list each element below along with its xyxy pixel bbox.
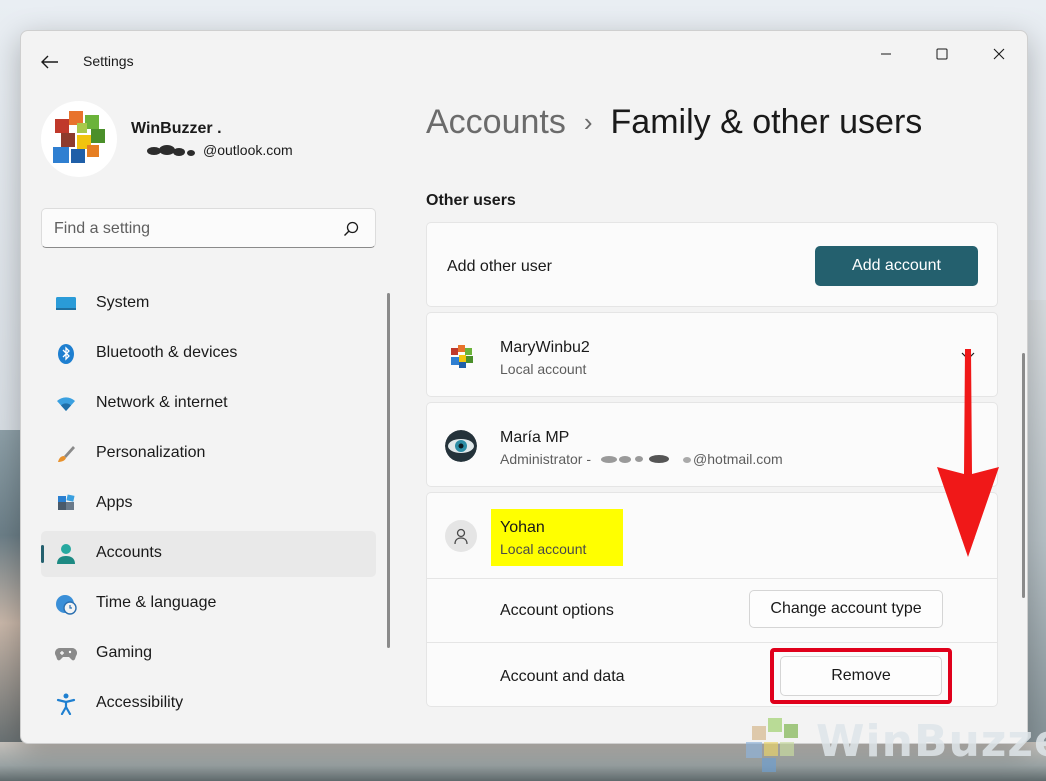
section-title: Other users (426, 192, 516, 209)
app-title: Settings (83, 53, 134, 69)
sidebar-item-label: Gaming (96, 644, 153, 661)
winbuzzer-logo-icon (53, 111, 105, 163)
user-eye-photo-icon (445, 430, 477, 462)
search-input[interactable] (54, 218, 334, 240)
divider (427, 578, 997, 579)
user-account-detail: Administrator - @hotmail.com (500, 451, 783, 467)
brush-icon (55, 443, 77, 465)
title-bar: Settings (21, 31, 1027, 91)
sidebar-item-bluetooth[interactable]: Bluetooth & devices (41, 331, 376, 377)
sidebar-item-label: System (96, 294, 150, 311)
watermark: WinBuzzer (740, 712, 1046, 778)
profile-name: WinBuzzer . (131, 120, 222, 137)
globe-clock-icon (55, 593, 77, 615)
winbuzzer-watermark-logo-icon (746, 718, 798, 772)
sidebar-item-time-language[interactable]: Time & language (41, 581, 376, 627)
profile-avatar[interactable] (41, 101, 117, 177)
person-icon (454, 528, 468, 545)
change-account-type-button[interactable]: Change account type (749, 590, 943, 628)
avatar (445, 430, 477, 462)
avatar (445, 520, 477, 552)
redacted-email-mark (591, 453, 692, 465)
user-name: MaryWinbu2 (500, 339, 590, 356)
sidebar-item-label: Personalization (96, 444, 206, 461)
user-account-type: Local account (500, 361, 587, 377)
user-card-maria-mp[interactable]: María MP Administrator - @hotmail.com (426, 402, 998, 487)
profile-email-suffix: @outlook.com (203, 142, 293, 158)
red-arrow-annotation-icon (937, 349, 999, 557)
add-user-card: Add other user Add account (426, 222, 998, 307)
bluetooth-icon (55, 343, 77, 365)
user-logo-icon (445, 340, 477, 372)
avatar (445, 340, 477, 372)
user-card-yohan: Yohan Local account Account options Chan… (426, 492, 998, 707)
sidebar-item-label: Network & internet (96, 394, 228, 411)
watermark-text: WinBuzzer (816, 716, 1046, 767)
system-icon (55, 293, 77, 315)
sidebar-scrollbar[interactable] (387, 293, 390, 648)
breadcrumb-separator: › (583, 107, 593, 137)
settings-window: Settings WinBuzzer . @outlook.com Find a… (20, 30, 1028, 744)
gamepad-icon (55, 643, 77, 665)
profile-email: @outlook.com (133, 142, 293, 158)
sidebar-item-label: Bluetooth & devices (96, 344, 238, 361)
sidebar-item-network[interactable]: Network & internet (41, 381, 376, 427)
user-email-suffix: @hotmail.com (693, 451, 783, 467)
user-name: María MP (500, 429, 570, 446)
redacted-email-mark (133, 144, 201, 156)
sidebar-item-gaming[interactable]: Gaming (41, 631, 376, 677)
user-name: Yohan (500, 519, 545, 536)
sidebar-item-personalization[interactable]: Personalization (41, 431, 376, 477)
account-options-label: Account options (500, 602, 614, 619)
add-user-label: Add other user (447, 258, 552, 275)
active-indicator (41, 545, 44, 563)
sidebar-item-label: Time & language (96, 594, 217, 611)
apps-icon (55, 493, 77, 515)
back-button[interactable] (35, 51, 65, 73)
divider (427, 642, 997, 643)
breadcrumb: Accounts › Family & other users (426, 103, 922, 142)
close-button[interactable] (976, 39, 1022, 69)
main-scrollbar[interactable] (1022, 353, 1025, 598)
user-card-marywinbu2[interactable]: MaryWinbu2 Local account (426, 312, 998, 397)
search-icon[interactable] (342, 220, 360, 238)
remove-button[interactable]: Remove (780, 656, 942, 696)
desktop-background-right (1028, 300, 1046, 781)
sidebar-nav: System Bluetooth & devices Network & int… (41, 281, 376, 731)
sidebar-item-label: Accounts (96, 544, 162, 561)
user-role: Administrator - (500, 451, 592, 467)
user-account-type: Local account (500, 541, 587, 557)
add-account-button[interactable]: Add account (815, 246, 978, 286)
close-icon (993, 48, 1005, 60)
account-and-data-label: Account and data (500, 668, 625, 685)
search-box[interactable] (41, 208, 376, 248)
accessibility-icon (55, 693, 77, 715)
sidebar-item-label: Accessibility (96, 694, 184, 711)
page-title: Family & other users (610, 103, 923, 141)
maximize-icon (936, 48, 948, 60)
highlight-box (491, 509, 623, 566)
accounts-icon (55, 543, 77, 565)
back-arrow-icon (41, 55, 58, 69)
breadcrumb-parent[interactable]: Accounts (426, 103, 566, 142)
wifi-icon (55, 393, 77, 415)
minimize-icon (881, 53, 891, 55)
sidebar-item-apps[interactable]: Apps (41, 481, 376, 527)
sidebar-item-accounts[interactable]: Accounts (41, 531, 376, 577)
sidebar-item-label: Apps (96, 494, 133, 511)
minimize-button[interactable] (863, 39, 909, 69)
maximize-button[interactable] (919, 39, 965, 69)
sidebar-item-system[interactable]: System (41, 281, 376, 327)
sidebar-item-accessibility[interactable]: Accessibility (41, 681, 376, 727)
